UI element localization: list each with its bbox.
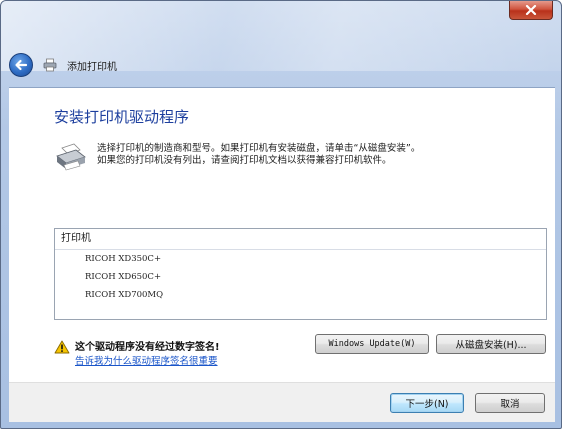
- page-heading: 安装打印机驱动程序: [54, 108, 190, 126]
- list-header: 打印机: [55, 229, 546, 250]
- windows-update-button[interactable]: Windows Update(W): [315, 334, 429, 354]
- navigation-bar: 添加打印机: [9, 53, 117, 77]
- instruction-line-1: 选择打印机的制造商和型号。如果打印机有安装磁盘，请单击“从磁盘安装”。: [97, 143, 421, 154]
- wizard-content: 安装打印机驱动程序 选择打印机的制造商和型号。如果打印机有安装磁盘，请单击“从磁…: [9, 87, 555, 382]
- instruction-text: 选择打印机的制造商和型号。如果打印机有安装磁盘，请单击“从磁盘安装”。 如果您的…: [97, 143, 537, 167]
- next-button[interactable]: 下一步(N): [390, 393, 464, 413]
- add-printer-window: 添加打印机 安装打印机驱动程序 选择打印机的制造商和型号。如果打印机有安装磁盘，…: [0, 0, 562, 429]
- have-disk-button[interactable]: 从磁盘安装(H)...: [436, 334, 546, 354]
- instruction-line-2: 如果您的打印机没有列出，请查阅打印机文档以获得兼容打印机软件。: [97, 155, 392, 166]
- wizard-footer: 下一步(N) 取消: [9, 382, 555, 422]
- list-item[interactable]: RICOH XD650C+: [55, 268, 546, 286]
- warning-icon: [54, 340, 70, 354]
- back-arrow-icon: [15, 59, 28, 71]
- signing-info-link[interactable]: 告诉我为什么驱动程序签名很重要: [75, 353, 218, 367]
- list-item[interactable]: RICOH XD350C+: [55, 250, 546, 268]
- printer-install-icon: [56, 143, 86, 171]
- list-item[interactable]: RICOH XD700MQ: [55, 286, 546, 304]
- back-button[interactable]: [9, 53, 33, 77]
- cancel-button[interactable]: 取消: [475, 393, 545, 413]
- close-icon: [525, 5, 537, 15]
- printer-icon: [43, 58, 57, 72]
- window-title: 添加打印机: [67, 61, 117, 73]
- printer-list[interactable]: 打印机 RICOH XD350C+ RICOH XD650C+ RICOH XD…: [54, 228, 547, 320]
- unsigned-driver-warning: 这个驱动程序没有经过数字签名!: [75, 342, 220, 353]
- close-button[interactable]: [509, 1, 553, 20]
